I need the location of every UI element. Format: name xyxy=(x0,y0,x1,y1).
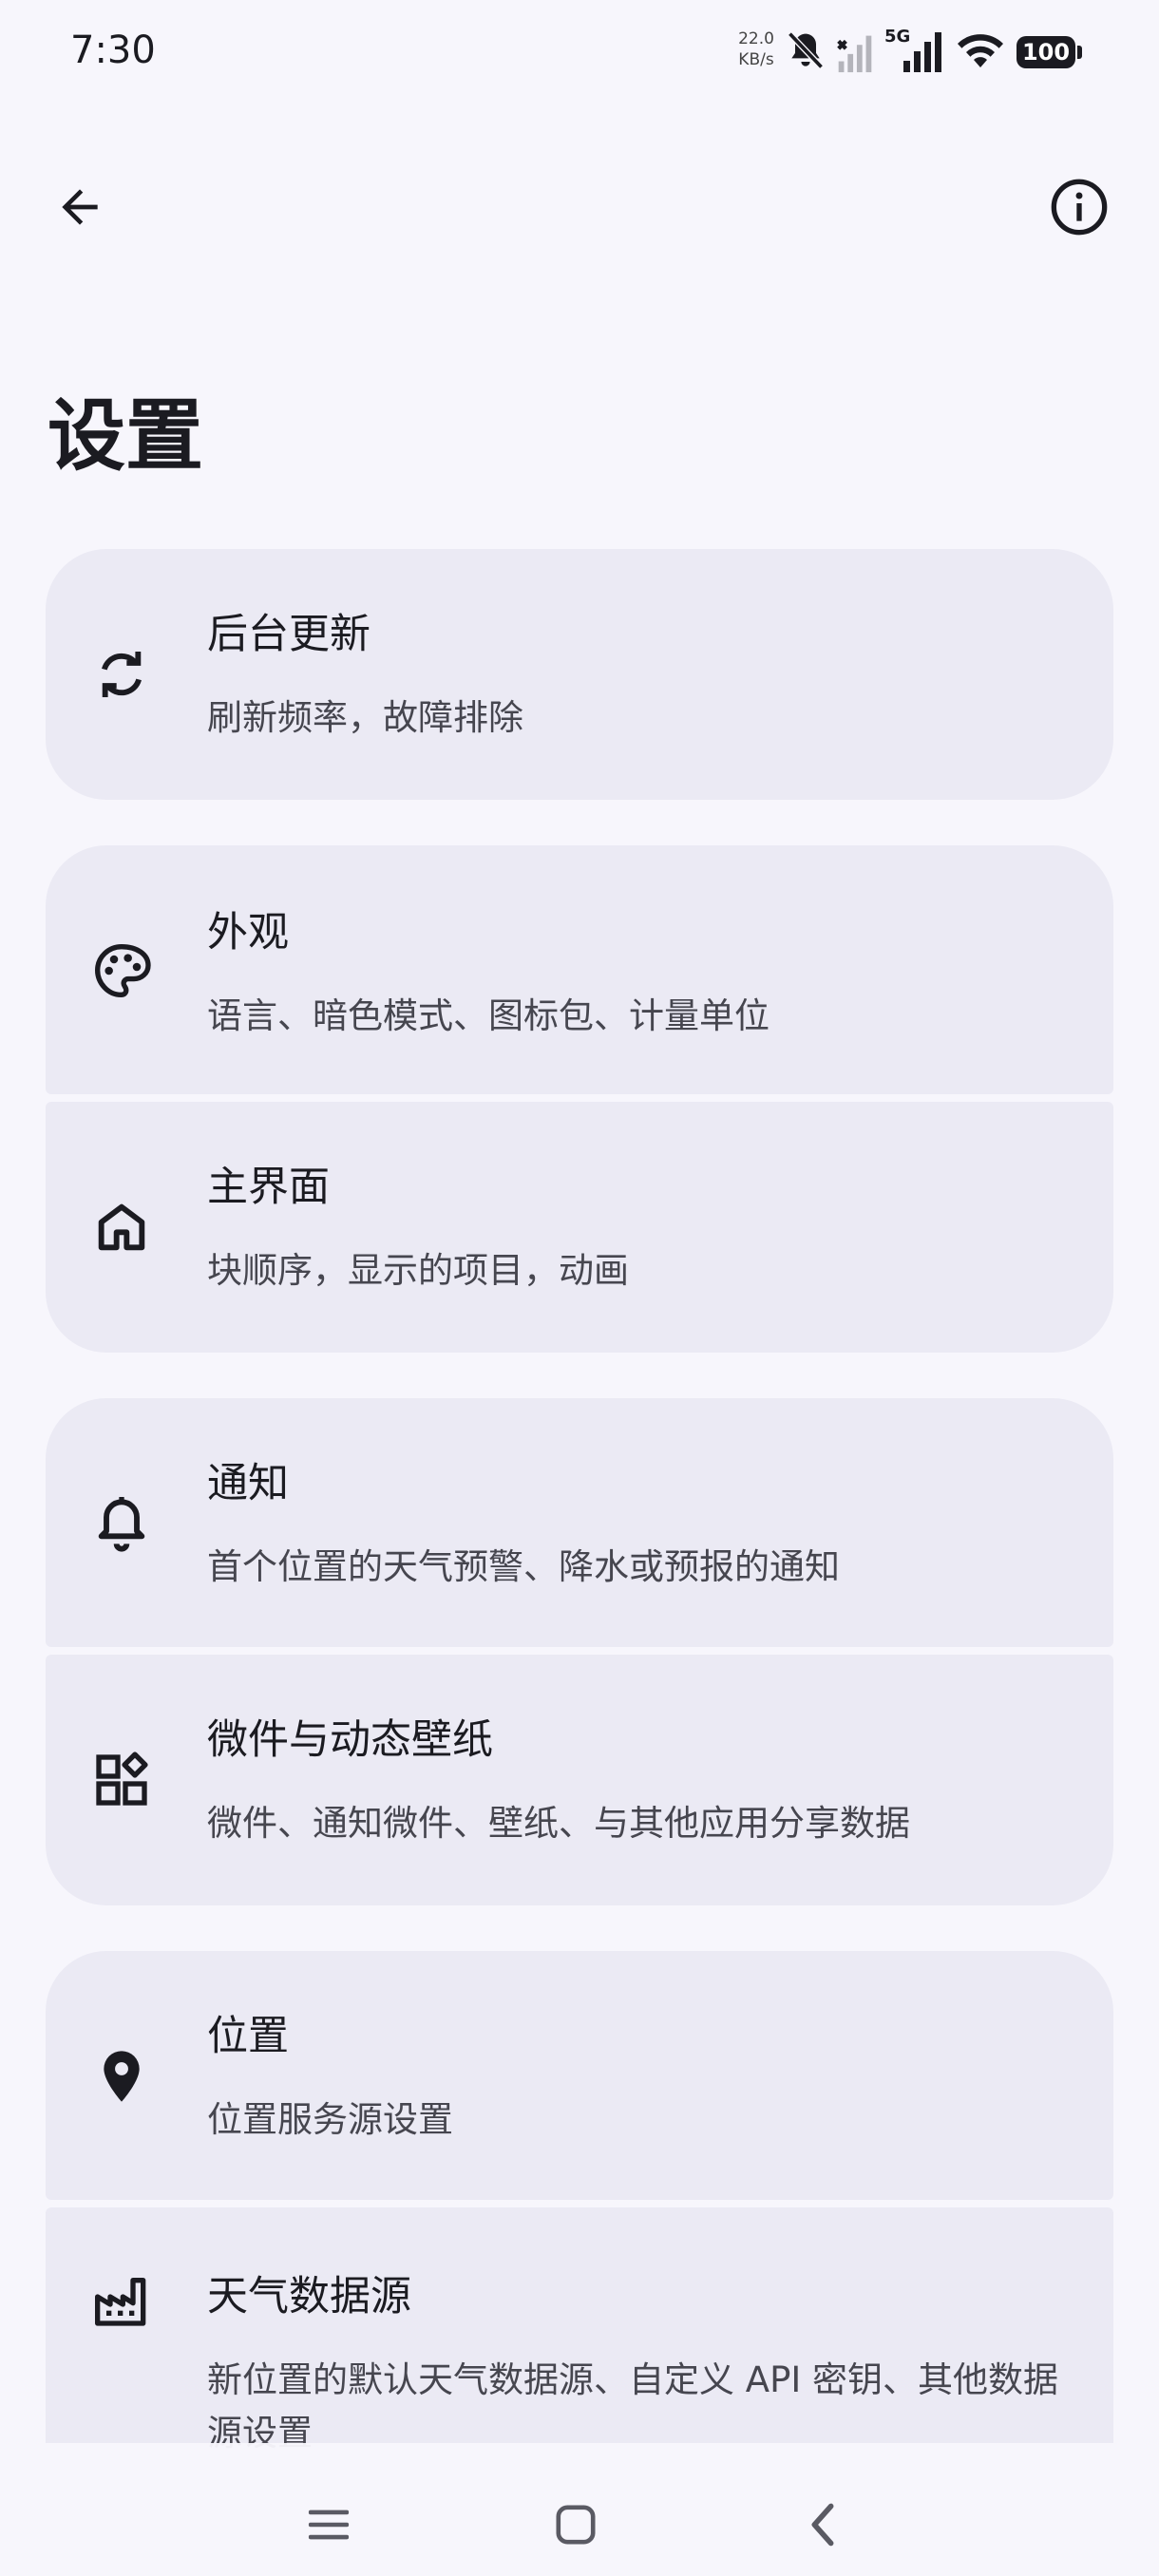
setting-subtitle: 块顺序，显示的项目，动画 xyxy=(207,1250,629,1291)
battery-icon: 100 xyxy=(1016,36,1075,68)
page-title: 设置 xyxy=(48,391,204,482)
back-chevron-icon xyxy=(811,2503,834,2547)
bell-off-icon xyxy=(788,31,824,69)
setting-title: 外观 xyxy=(207,909,289,957)
nav-home-button[interactable] xyxy=(519,2477,633,2572)
setting-subtitle: 语言、暗色模式、图标包、计量单位 xyxy=(207,995,770,1036)
back-button[interactable] xyxy=(32,160,127,255)
palette-icon xyxy=(94,943,151,998)
setting-widgets-wallpaper[interactable]: 微件与动态壁纸 微件、通知微件、壁纸、与其他应用分享数据 xyxy=(46,1655,1113,1905)
setting-location[interactable]: 位置 位置服务源设置 xyxy=(46,1951,1113,2200)
network-type-label: 5G xyxy=(884,27,910,47)
setting-subtitle: 首个位置的天气预警、降水或预报的通知 xyxy=(207,1546,840,1587)
setting-title: 微件与动态壁纸 xyxy=(207,1716,493,1764)
setting-background-updates[interactable]: 后台更新 刷新频率，故障排除 xyxy=(46,549,1113,800)
arrow-back-icon xyxy=(62,189,98,225)
info-button[interactable] xyxy=(1032,160,1127,255)
setting-subtitle: 位置服务源设置 xyxy=(207,2099,453,2140)
setting-notifications[interactable]: 通知 首个位置的天气预警、降水或预报的通知 xyxy=(46,1398,1113,1647)
info-icon xyxy=(1051,179,1108,236)
bell-icon xyxy=(98,1497,145,1552)
status-time: 7:30 xyxy=(70,28,156,72)
setting-appearance[interactable]: 外观 语言、暗色模式、图标包、计量单位 xyxy=(46,845,1113,1094)
wifi-icon xyxy=(958,34,1003,67)
battery-tip xyxy=(1077,46,1082,59)
setting-title: 主界面 xyxy=(207,1164,330,1211)
setting-title: 位置 xyxy=(207,2013,289,2060)
system-nav-bar xyxy=(0,2443,1159,2576)
nav-back-button[interactable] xyxy=(766,2477,880,2572)
widgets-icon xyxy=(96,1752,148,1806)
setting-title: 天气数据源 xyxy=(207,2273,411,2320)
signal-no-service-icon xyxy=(837,35,872,73)
network-speed-unit: KB/s xyxy=(738,50,774,69)
network-speed: 22.0 KB/s xyxy=(733,28,779,70)
setting-title: 通知 xyxy=(207,1460,289,1507)
menu-icon xyxy=(308,2510,350,2540)
factory-icon xyxy=(95,2278,146,2326)
sync-icon xyxy=(102,652,142,697)
nav-menu-button[interactable] xyxy=(272,2477,386,2572)
status-bar: 7:30 22.0 KB/s 5G 100 xyxy=(0,0,1159,104)
signal-5g-icon: 5G xyxy=(884,27,941,72)
setting-subtitle: 刷新频率，故障排除 xyxy=(207,697,523,738)
setting-title: 后台更新 xyxy=(207,611,370,658)
home-icon xyxy=(98,1203,145,1251)
setting-subtitle: 微件、通知微件、壁纸、与其他应用分享数据 xyxy=(207,1803,910,1844)
network-speed-value: 22.0 xyxy=(738,29,774,48)
setting-main-screen[interactable]: 主界面 块顺序，显示的项目，动画 xyxy=(46,1102,1113,1353)
location-pin-icon xyxy=(104,2051,140,2102)
home-square-icon xyxy=(556,2505,596,2545)
